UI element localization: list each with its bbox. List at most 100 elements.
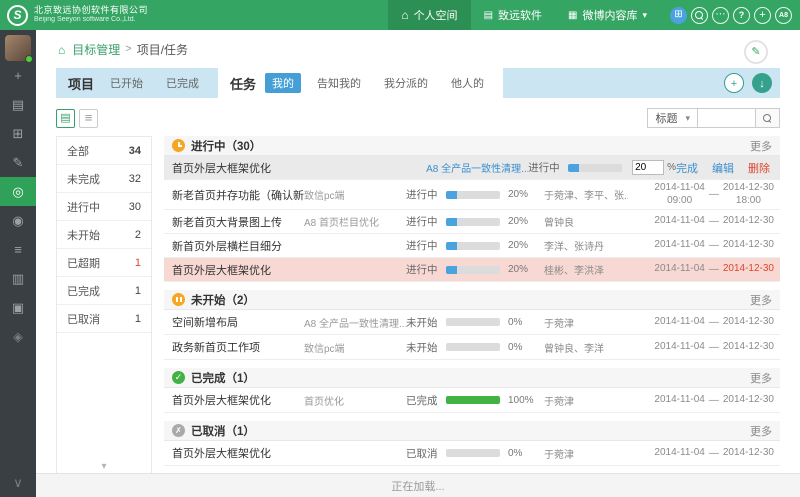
sidebar-item-contacts[interactable]: ▤ [0,90,36,119]
progress-bar [446,218,508,226]
nav-item-personal-space[interactable]: 个人空间 [388,0,470,30]
progress-input[interactable] [632,160,664,175]
chat-button[interactable] [712,7,729,24]
sidebar-item-apps[interactable]: ⊞ [0,119,36,148]
chevron-down-icon: ∨ [13,476,23,489]
tab-project[interactable]: 项目 已开始 已完成 [56,68,218,98]
left-sidebar: + ▤ ⊞ ✎ ◎ ◉ ≡ ▥ ▣ ◈ ∨ [0,30,36,497]
percent-label: 100% [508,395,544,406]
download-button[interactable] [752,73,772,93]
filter-item-unfinished[interactable]: 未完成 32 [57,165,151,193]
filter-item-all[interactable]: 全部 34 [57,137,151,165]
task-row[interactable]: 新首页外层横栏目细分 进行中 20% 李洋、张诗丹 2014-11-04 — 2… [164,234,780,258]
sub-tab-finished[interactable]: 已完成 [159,73,206,93]
filter-label: 未开始 [67,227,100,243]
task-row[interactable]: 首页外层大框架优化 已取消 0% 于菀津 2014-11-04 — 2014-1… [164,441,780,466]
task-row[interactable]: 空间新增布局 A8 全产品一致性清理... 未开始 0% 于菀津 2014-11… [164,310,780,335]
sidebar-item-briefcase[interactable]: ▥ [0,264,36,293]
progress-fill [446,396,500,404]
section-header-inprogress: 进行中（30） 更多 [164,136,780,156]
delete-link[interactable]: 删除 [748,160,770,176]
sub-tab-told-me[interactable]: 告知我的 [310,73,368,93]
progress-track [446,343,500,351]
more-link[interactable]: 更多 [750,370,772,386]
sidebar-item-tasks[interactable]: ≡ [0,235,36,264]
task-row-editing[interactable]: 首页外层大框架优化 A8 全产品一致性清理... 进行中 % 完成 编辑 删除 [164,156,780,180]
progress-bar [446,343,508,351]
start-date: 2014-11-04 [654,239,704,252]
task-row[interactable]: 首页外层大框架优化 首页优化 已完成 100% 于菀津 2014-11-04 —… [164,388,780,413]
section-header-cancelled: 已取消（1） 更多 [164,421,780,441]
nav-label: 致远软件 [498,7,542,23]
section-title: 已取消（1） [191,423,255,439]
more-link[interactable]: 更多 [750,292,772,308]
floating-assistant-button[interactable] [744,40,768,64]
task-row[interactable]: 新老首页大背景图上传 A8 首页栏目优化 进行中 20% 曾钟良 2014-11… [164,210,780,234]
task-row[interactable]: 政务新首页工作项 致信pc端 未开始 0% 曾钟良、李洋 2014-11-04 … [164,335,780,360]
task-row[interactable]: 新老首页并存功能（确认新老框架切换的方式） 致信pc端 进行中 20% 于菀津、… [164,180,780,210]
filter-item-overdue[interactable]: 已超期 1 [57,249,151,277]
filter-count: 2 [135,229,141,241]
loading-bar: 正在加载... [36,473,800,497]
start-date: 2014-11-0409:00 [654,182,704,207]
edit-link[interactable]: 编辑 [712,160,734,176]
breadcrumb: 目标管理 > 项目/任务 [36,30,800,68]
a8-badge-button[interactable]: A8 [775,7,792,24]
sidebar-item-add[interactable]: + [0,61,36,90]
filter-label: 进行中 [67,199,100,215]
progress-track [446,318,500,326]
nav-item-weibo-library[interactable]: 微博内容库 [555,0,660,30]
field-selector-dropdown[interactable]: 标题 [647,108,698,128]
progress-track [446,266,500,274]
filter-count: 34 [129,145,141,157]
chat-icon [716,10,726,20]
sidebar-item-goal-management[interactable]: ◎ [0,177,36,206]
home-icon [58,42,65,57]
sub-tab-assigned-by-me[interactable]: 我分派的 [377,73,435,93]
section-header-completed: 已完成（1） 更多 [164,368,780,388]
breadcrumb-root[interactable]: 目标管理 [72,41,120,58]
sub-tab-others[interactable]: 他人的 [444,73,491,93]
archive-icon: ▣ [12,301,24,314]
date-separator: — [709,448,719,459]
nav-label: 个人空间 [414,7,458,23]
status-label: 进行中 [528,160,568,175]
filter-item-cancelled[interactable]: 已取消 1 [57,305,151,333]
complete-link[interactable]: 完成 [676,160,698,176]
filter-item-completed[interactable]: 已完成 1 [57,277,151,305]
filter-item-notstarted[interactable]: 未开始 2 [57,221,151,249]
sidebar-item-archive[interactable]: ▣ [0,293,36,322]
help-button[interactable] [733,7,750,24]
search-button[interactable] [756,108,780,128]
task-row-overdue[interactable]: 首页外层大框架优化 进行中 20% 桂彬、李洪泽 2014-11-04 — 20… [164,258,780,282]
project-label: 致信pc端 [304,340,406,355]
row-actions: 完成 编辑 删除 [676,160,778,176]
sidebar-collapse[interactable]: ∨ [0,468,36,497]
status-label: 已取消 [406,446,446,461]
add-task-button[interactable] [724,73,744,93]
more-link[interactable]: 更多 [750,423,772,439]
sidebar-item-edit[interactable]: ✎ [0,148,36,177]
sub-tab-mine[interactable]: 我的 [265,73,301,93]
filter-label: 全部 [67,143,89,159]
sub-tab-started[interactable]: 已开始 [103,73,150,93]
nav-item-seeyon-software[interactable]: 致远软件 [471,0,555,30]
sidebar-item-team[interactable]: ◉ [0,206,36,235]
more-link[interactable]: 更多 [750,138,772,154]
list-icon: ≡ [14,243,22,256]
date-range: 2014-11-04 — 2014-12-30 [628,394,778,407]
apps-grid-button[interactable] [670,7,687,24]
task-title: 首页外层大框架优化 [172,445,304,461]
filter-item-inprogress[interactable]: 进行中 30 [57,193,151,221]
search-button-top[interactable] [691,7,708,24]
view-list-button[interactable] [79,109,98,128]
task-title: 新首页外层横栏目细分 [172,238,304,254]
sidebar-item-settings[interactable]: ◈ [0,322,36,351]
project-link[interactable]: A8 全产品一致性清理... [426,160,528,175]
user-avatar[interactable] [5,35,31,61]
search-input[interactable] [698,108,756,128]
view-tree-button[interactable] [56,109,75,128]
percent-label: 0% [508,342,544,353]
tab-task[interactable]: 任务 我的 告知我的 我分派的 他人的 [218,68,503,98]
add-button-top[interactable] [754,7,771,24]
